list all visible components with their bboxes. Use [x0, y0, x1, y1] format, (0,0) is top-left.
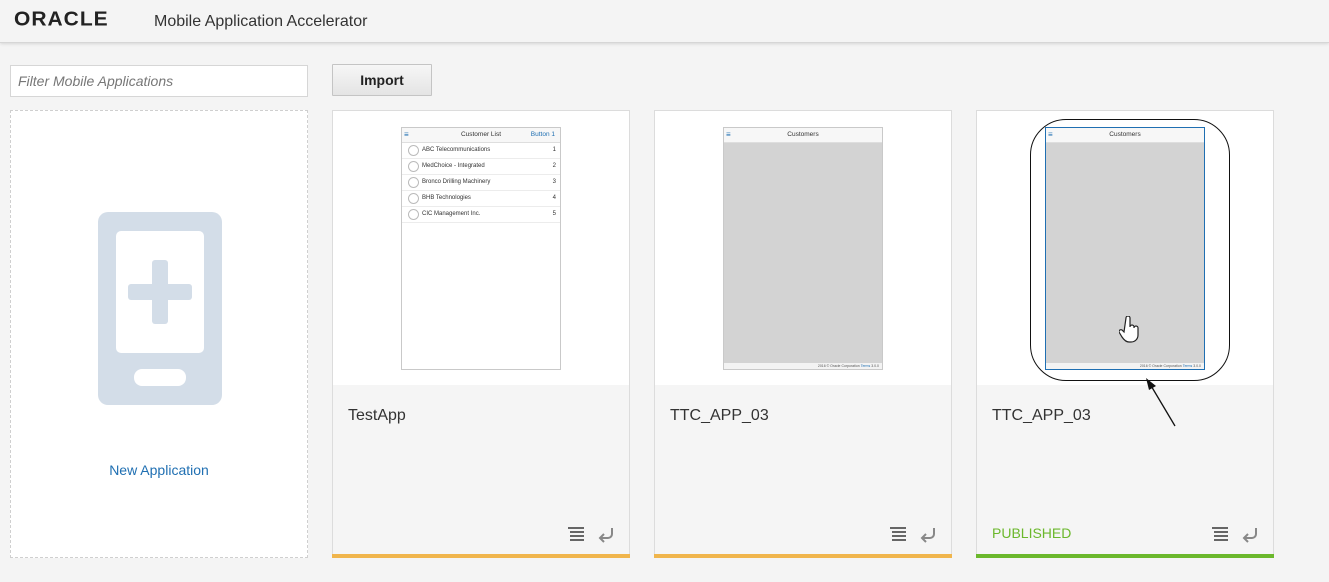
phone-preview: ≡ Customers 2016 © Oracle Corporation Te… — [1045, 127, 1205, 370]
undo-icon[interactable] — [597, 525, 615, 543]
status-stripe — [332, 554, 630, 558]
undo-icon[interactable] — [919, 525, 937, 543]
list-icon[interactable] — [1211, 525, 1229, 543]
list-item-name: ABC Telecommunications — [422, 147, 491, 153]
avatar-icon — [408, 145, 419, 156]
app-card[interactable]: ≡ Customer List Button 1 ABC Telecommuni… — [332, 110, 630, 558]
list-item: ABC Telecommunications 1 — [402, 143, 560, 159]
footer-copyright: 2016 © Oracle Corporation — [817, 364, 860, 368]
card-actions — [1203, 525, 1259, 543]
app-name: TTC_APP_03 — [670, 407, 769, 424]
list-item-name: MedChoice - Integrated — [422, 163, 485, 169]
list-item: CIC Management Inc. 5 — [402, 207, 560, 223]
new-application-link[interactable]: New Application — [11, 462, 307, 478]
app-card[interactable]: ≡ Customers 2016 © Oracle Corporation Te… — [654, 110, 952, 558]
preview-title: Customers — [787, 131, 819, 138]
preview-content — [724, 143, 882, 369]
preview-header: ≡ Customers — [1046, 128, 1204, 143]
avatar-icon — [408, 193, 419, 204]
card-actions — [559, 525, 615, 543]
app-preview[interactable]: ≡ Customer List Button 1 ABC Telecommuni… — [333, 111, 629, 385]
filter-applications-input[interactable] — [10, 65, 308, 97]
app-card[interactable]: ≡ Customers 2016 © Oracle Corporation Te… — [976, 110, 1274, 558]
app-title: Mobile Application Accelerator — [154, 13, 368, 30]
list-item-name: CIC Management Inc. — [422, 211, 481, 217]
avatar-icon — [408, 209, 419, 220]
app-name: TTC_APP_03 — [992, 407, 1091, 424]
preview-title: Customers — [1109, 131, 1141, 138]
footer-terms: Terms — [1182, 364, 1193, 368]
preview-content — [1046, 143, 1204, 369]
list-item-number: 5 — [552, 211, 556, 217]
list-item: MedChoice - Integrated 2 — [402, 159, 560, 175]
preview-header: ≡ Customer List Button 1 — [402, 128, 560, 143]
list-item-number: 3 — [552, 179, 556, 185]
status-stripe — [976, 554, 1274, 558]
card-actions — [881, 525, 937, 543]
preview-footer: 2016 © Oracle Corporation Terms 3.0.0 — [1046, 363, 1204, 369]
avatar-icon — [408, 177, 419, 188]
footer-terms: Terms — [860, 364, 871, 368]
preview-button: Button 1 — [530, 131, 555, 138]
list-item-number: 2 — [552, 163, 556, 169]
app-name: TestApp — [348, 407, 406, 424]
app-header: ORACLE Mobile Application Accelerator — [0, 0, 1329, 43]
list-icon[interactable] — [889, 525, 907, 543]
list-item-name: BHB Technologies — [422, 195, 471, 201]
import-button[interactable]: Import — [332, 64, 432, 96]
list-item-number: 4 — [552, 195, 556, 201]
phone-preview: ≡ Customers 2016 © Oracle Corporation Te… — [723, 127, 883, 370]
footer-copyright: 2016 © Oracle Corporation — [1139, 364, 1182, 368]
preview-footer: 2016 © Oracle Corporation Terms 3.0.0 — [724, 363, 882, 369]
new-application-tile[interactable]: New Application — [10, 110, 308, 558]
app-preview[interactable]: ≡ Customers 2016 © Oracle Corporation Te… — [655, 111, 951, 385]
footer-version: 3.0.0 — [871, 364, 879, 368]
status-badge: PUBLISHED — [992, 525, 1072, 541]
footer-version: 3.0.0 — [1193, 364, 1201, 368]
list-item: Bronco Drilling Machinery 3 — [402, 175, 560, 191]
list-item: BHB Technologies 4 — [402, 191, 560, 207]
preview-header: ≡ Customers — [724, 128, 882, 143]
list-icon[interactable] — [567, 525, 585, 543]
list-item-number: 1 — [552, 147, 556, 153]
phone-preview: ≡ Customer List Button 1 ABC Telecommuni… — [401, 127, 561, 370]
status-stripe — [654, 554, 952, 558]
add-mobile-icon — [98, 212, 222, 410]
oracle-logo: ORACLE — [14, 8, 109, 31]
undo-icon[interactable] — [1241, 525, 1259, 543]
avatar-icon — [408, 161, 419, 172]
list-item-name: Bronco Drilling Machinery — [422, 179, 491, 185]
app-preview[interactable]: ≡ Customers 2016 © Oracle Corporation Te… — [977, 111, 1273, 385]
